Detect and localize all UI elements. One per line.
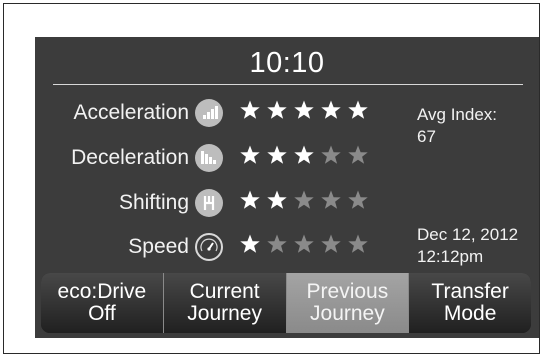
star-filled-icon — [239, 144, 261, 166]
star-filled-icon — [293, 144, 315, 166]
metric-label-shifting: Shifting — [118, 191, 189, 214]
acceleration-icon — [195, 99, 223, 127]
eco-drive-off-button[interactable]: eco:Drive Off — [41, 273, 164, 333]
eco-drive-off-button-line2: Off — [88, 302, 116, 325]
star-empty-icon — [293, 233, 315, 255]
star-filled-icon — [239, 99, 261, 121]
clock: 10:10 — [249, 47, 325, 79]
star-empty-icon — [347, 144, 369, 166]
star-filled-icon — [239, 233, 261, 255]
metric-row-speed: Speed — [35, 231, 405, 263]
star-empty-icon — [320, 144, 342, 166]
metric-row-deceleration: Deceleration — [35, 142, 405, 174]
current-journey-button-line1: Current — [189, 280, 260, 303]
star-empty-icon — [320, 233, 342, 255]
transfer-mode-button[interactable]: Transfer Mode — [409, 273, 531, 333]
star-filled-icon — [347, 99, 369, 121]
star-filled-icon — [266, 144, 288, 166]
star-filled-icon — [266, 99, 288, 121]
avg-index-value: 67 — [417, 127, 436, 146]
star-empty-icon — [320, 189, 342, 211]
display-screen: 10:10 Acceleration Deceleration Shifting… — [35, 37, 539, 338]
current-journey-button-line2: Journey — [187, 302, 262, 325]
previous-journey-button-line2: Journey — [310, 302, 385, 325]
star-filled-icon — [320, 99, 342, 121]
speedometer-icon — [195, 233, 223, 261]
star-empty-icon — [266, 233, 288, 255]
previous-journey-button-line1: Previous — [306, 280, 389, 303]
current-journey-button[interactable]: Current Journey — [163, 273, 287, 333]
figure-frame: 10:10 Acceleration Deceleration Shifting… — [3, 3, 540, 354]
star-empty-icon — [347, 233, 369, 255]
star-filled-icon — [239, 189, 261, 211]
journey-date: Dec 12, 2012 — [417, 225, 519, 244]
transfer-mode-button-line2: Mode — [443, 302, 497, 325]
star-empty-icon — [293, 189, 315, 211]
clock-divider — [53, 84, 523, 85]
transfer-mode-button-line1: Transfer — [431, 280, 509, 303]
star-filled-icon — [266, 189, 288, 211]
stars-shifting — [239, 189, 374, 217]
metric-row-acceleration: Acceleration — [35, 97, 405, 129]
stars-speed — [239, 233, 374, 261]
eco-drive-off-button-line1: eco:Drive — [57, 280, 147, 303]
metric-row-shifting: Shifting — [35, 187, 405, 219]
bottom-button-bar: eco:Drive Off Current Journey Previous J… — [41, 273, 531, 333]
metric-label-deceleration: Deceleration — [71, 146, 189, 169]
stars-deceleration — [239, 144, 374, 172]
metric-label-speed: Speed — [128, 235, 189, 258]
deceleration-icon — [195, 144, 223, 172]
star-filled-icon — [293, 99, 315, 121]
gear-shift-icon — [195, 189, 223, 217]
journey-time: 12:12pm — [417, 247, 484, 266]
avg-index-label: Avg Index: — [417, 105, 498, 124]
metric-label-acceleration: Acceleration — [73, 101, 189, 124]
stars-acceleration — [239, 99, 374, 127]
previous-journey-button[interactable]: Previous Journey — [286, 273, 410, 333]
star-empty-icon — [347, 189, 369, 211]
